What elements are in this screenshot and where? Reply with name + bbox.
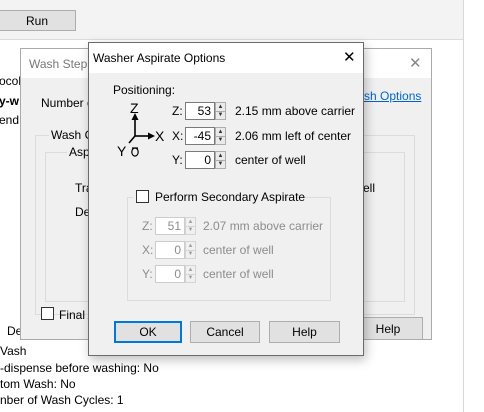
- cancel-button[interactable]: Cancel: [190, 321, 260, 343]
- spin-up-icon: ▲: [187, 242, 194, 249]
- ell-label: ell: [363, 181, 376, 195]
- primary-x-spinner[interactable]: ▲ ▼: [215, 127, 226, 145]
- primary-z-input[interactable]: 53: [185, 102, 215, 120]
- spin-down-icon: ▼: [186, 225, 195, 234]
- primary-y-description: center of well: [235, 153, 306, 167]
- side-label-2: y-w: [0, 94, 20, 108]
- secondary-y-input: 0: [155, 265, 185, 283]
- final-aspirate-checkbox[interactable]: [41, 307, 54, 320]
- secondary-x-spinner: ▲ ▼: [185, 241, 196, 259]
- secondary-checkbox-row: Perform Secondary Aspirate: [133, 189, 305, 205]
- primary-x-label: X:: [172, 129, 184, 143]
- ok-button[interactable]: OK: [114, 321, 182, 343]
- wash-step-close-icon[interactable]: ✕: [409, 56, 422, 71]
- secondary-y-spinner: ▲ ▼: [185, 265, 196, 283]
- primary-y-label: Y:: [172, 153, 183, 167]
- primary-y-spinner[interactable]: ▲ ▼: [215, 151, 226, 169]
- details-line-3: -dispense before washing: No: [0, 361, 159, 375]
- details-line-2: Vash: [0, 344, 27, 358]
- aspirate-options-dialog: Washer Aspirate Options ✕ Positioning: Z…: [88, 42, 364, 356]
- primary-z-spinner[interactable]: ▲ ▼: [215, 102, 226, 120]
- dialog-close-icon[interactable]: ✕: [343, 50, 356, 65]
- primary-y-input[interactable]: 0: [185, 151, 215, 169]
- secondary-x-input: 0: [155, 241, 185, 259]
- secondary-z-label: Z:: [142, 219, 153, 233]
- secondary-y-label: Y:: [142, 267, 153, 281]
- details-line-5: nber of Wash Cycles: 1: [0, 393, 124, 407]
- axis-icon: Z X Y: [115, 100, 165, 159]
- spin-down-icon[interactable]: ▼: [216, 110, 225, 120]
- secondary-z-description: 2.07 mm above carrier: [203, 219, 324, 233]
- secondary-x-label: X:: [142, 243, 154, 257]
- run-button[interactable]: Run: [0, 10, 76, 31]
- spin-up-icon: ▲: [187, 218, 194, 225]
- primary-x-description: 2.06 mm left of center: [235, 129, 352, 143]
- help-button[interactable]: Help: [269, 321, 340, 343]
- spin-down-icon[interactable]: ▼: [216, 135, 225, 145]
- spin-up-icon[interactable]: ▲: [216, 128, 225, 136]
- side-label-3: end: [0, 113, 20, 127]
- spin-up-icon: ▲: [187, 266, 194, 273]
- axis-x-label: X: [155, 128, 165, 144]
- details-line-4: tom Wash: No: [0, 377, 76, 391]
- secondary-z-input: 51: [155, 217, 185, 235]
- positioning-label: Positioning:: [113, 83, 176, 97]
- spin-down-icon: ▼: [186, 273, 195, 282]
- axis-y-label: Y: [117, 143, 127, 159]
- primary-z-description: 2.15 mm above carrier: [235, 104, 356, 118]
- secondary-z-spinner: ▲ ▼: [185, 217, 196, 235]
- secondary-aspirate-label: Perform Secondary Aspirate: [155, 190, 306, 204]
- secondary-x-description: center of well: [203, 243, 274, 257]
- secondary-y-description: center of well: [203, 267, 274, 281]
- primary-x-input[interactable]: -45: [185, 127, 215, 145]
- dialog-title: Washer Aspirate Options: [93, 51, 226, 65]
- spin-down-icon: ▼: [186, 249, 195, 258]
- spin-up-icon[interactable]: ▲: [216, 152, 225, 160]
- spin-down-icon[interactable]: ▼: [216, 159, 225, 169]
- primary-z-label: Z:: [172, 104, 183, 118]
- axis-z-label: Z: [130, 100, 139, 116]
- secondary-aspirate-checkbox[interactable]: [136, 190, 149, 203]
- right-border: [463, 0, 464, 412]
- spin-up-icon[interactable]: ▲: [216, 103, 225, 111]
- wash-options-link[interactable]: sh Options: [364, 89, 421, 103]
- side-label-1: ocol: [0, 74, 22, 88]
